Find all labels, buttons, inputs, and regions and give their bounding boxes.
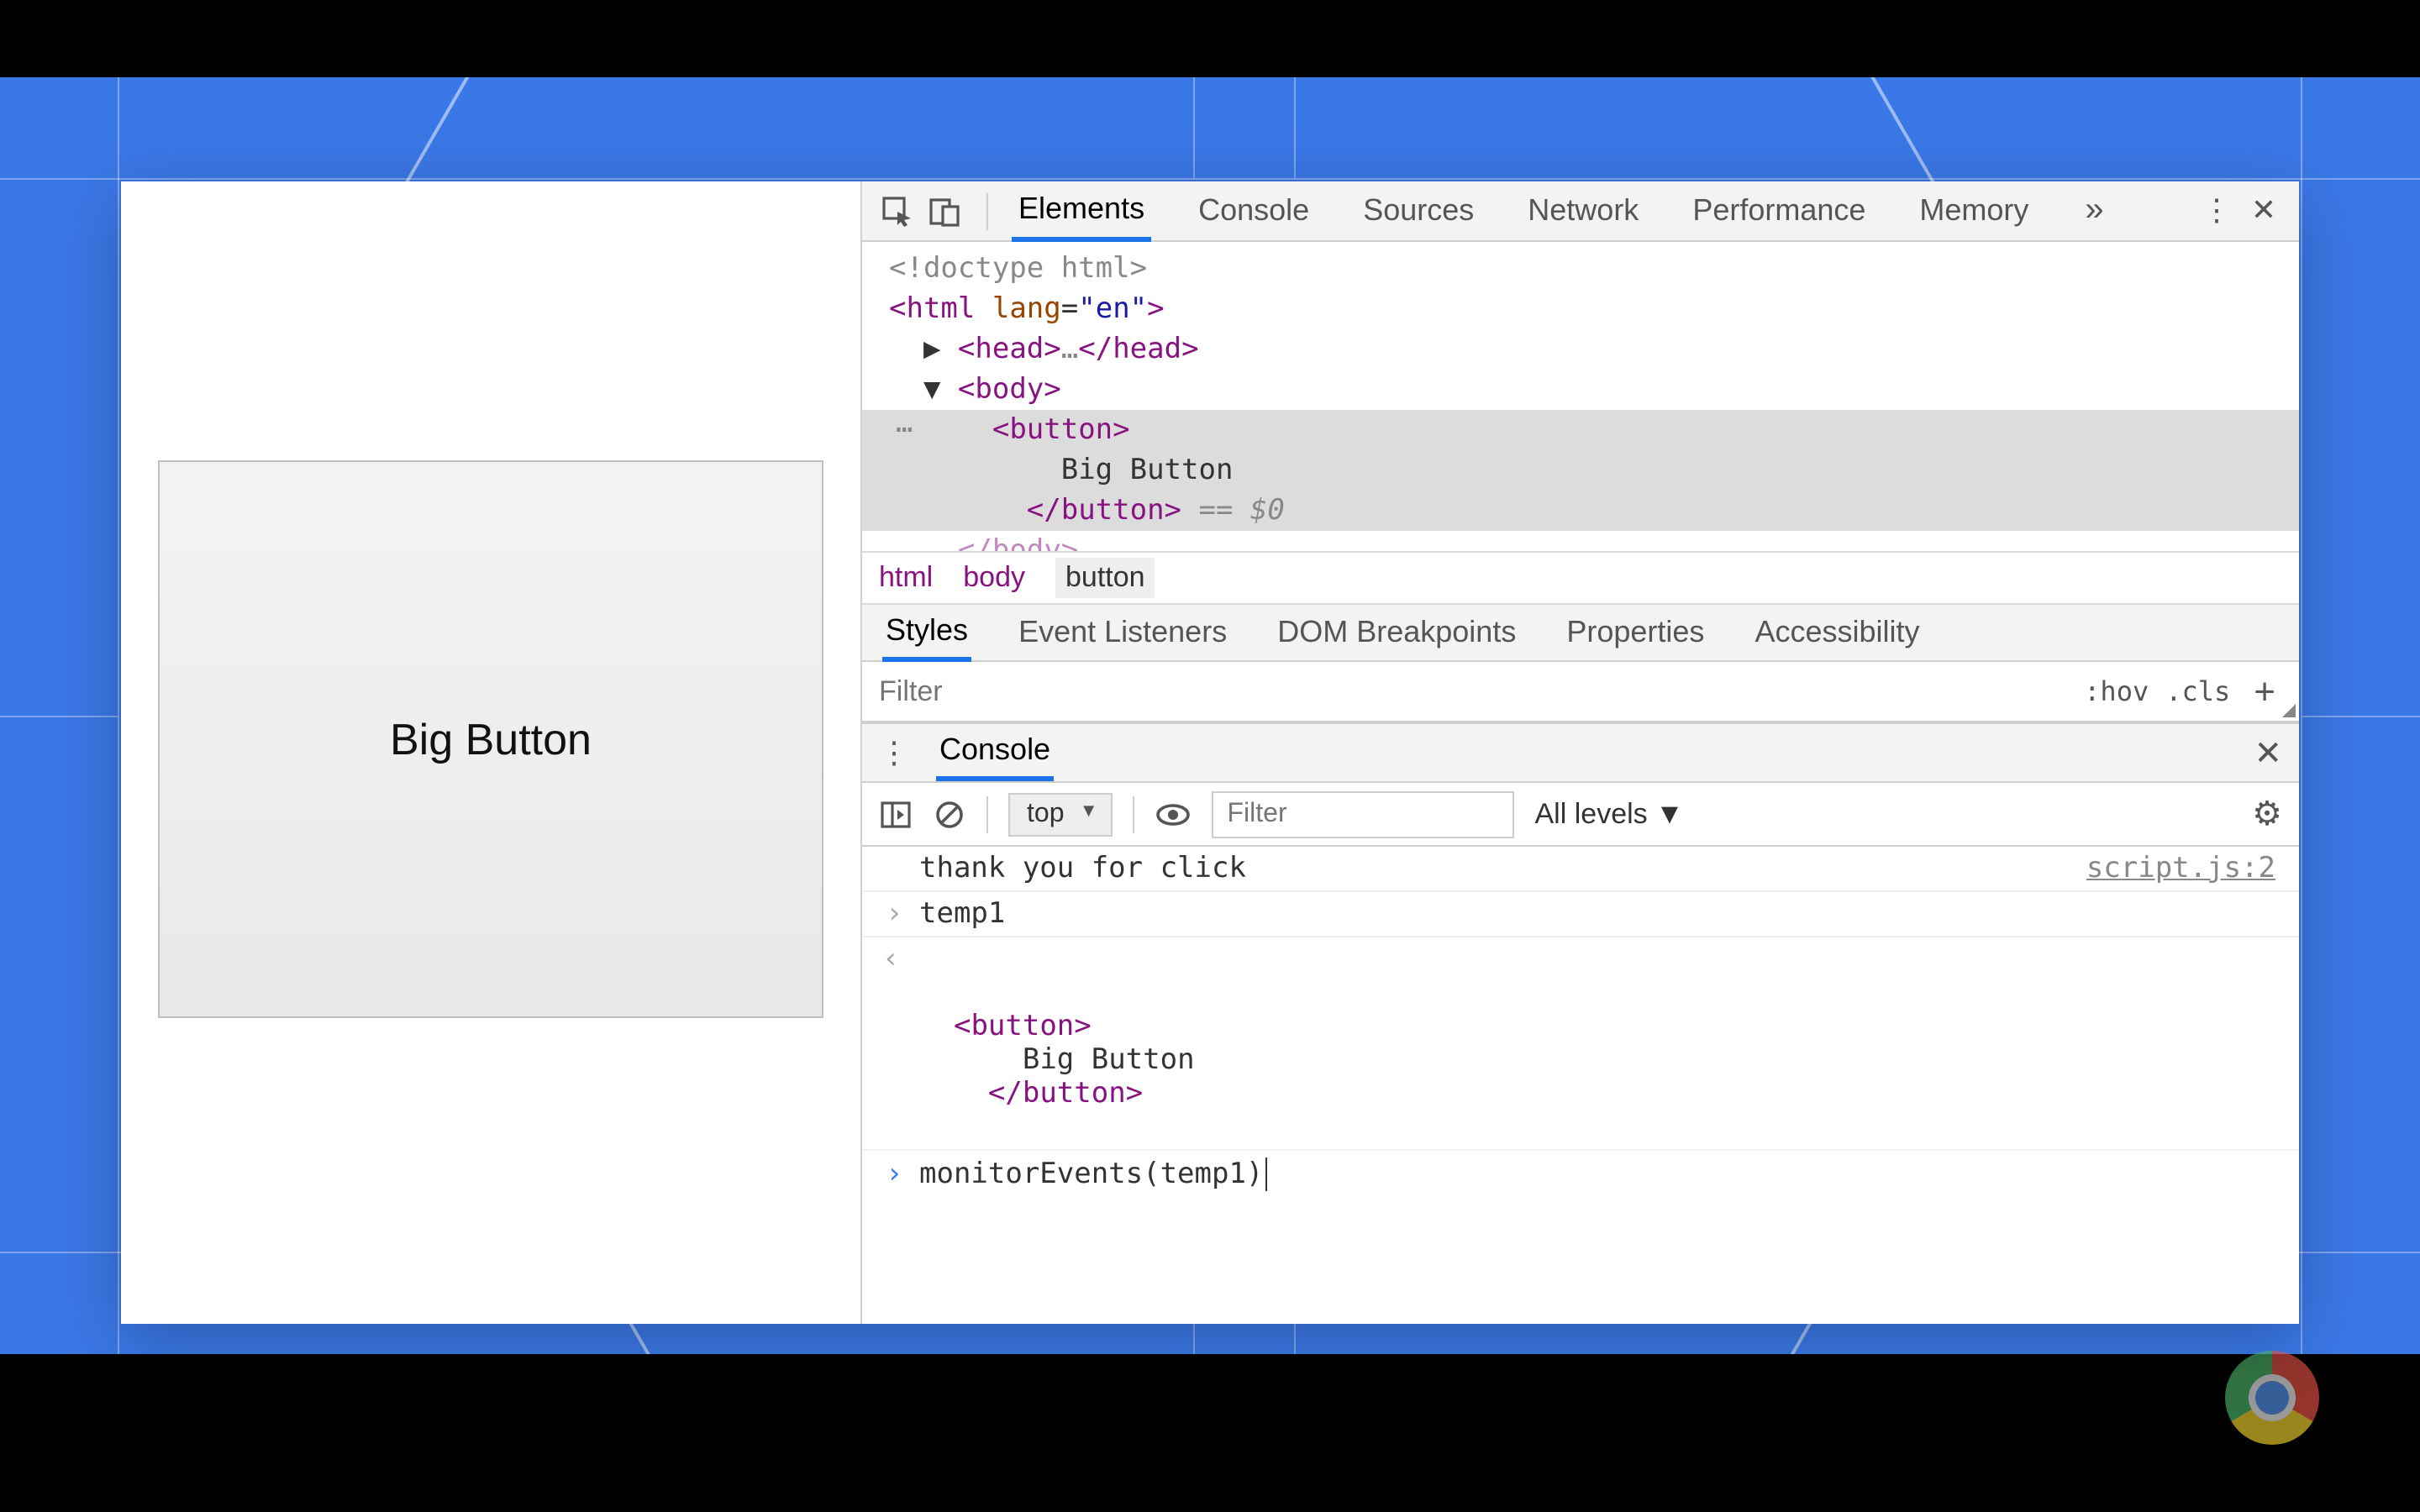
new-style-rule-icon[interactable]: + [2247,669,2282,713]
tab-sources[interactable]: Sources [1356,183,1481,239]
dom-node-menu-icon[interactable]: ⋯ [896,410,913,450]
console-result-line: ‹ <button> Big Button </button> [862,937,2299,1151]
devtools-panel: Elements Console Sources Network Perform… [860,181,2299,1324]
live-expression-icon[interactable] [1155,795,1192,832]
device-toggle-icon[interactable] [926,192,963,229]
breadcrumb-body[interactable]: body [963,561,1025,595]
inspect-element-icon[interactable] [879,192,916,229]
resize-corner-icon[interactable] [2282,704,2296,717]
console-filter-input[interactable] [1213,790,1515,837]
chrome-logo-icon [2225,1351,2319,1445]
tab-elements[interactable]: Elements [1012,181,1151,241]
subtab-accessibility[interactable]: Accessibility [1751,606,1923,659]
drawer-tab-console[interactable]: Console [936,724,1054,781]
console-log-source-link[interactable]: script.js:2 [2086,852,2275,885]
subtab-event-listeners[interactable]: Event Listeners [1015,606,1230,659]
page-viewport: Big Button [121,181,860,1324]
breadcrumb-html[interactable]: html [879,561,933,595]
drawer-menu-icon[interactable]: ⋮ [879,735,909,770]
cls-toggle[interactable]: .cls [2165,675,2230,707]
console-toolbar: top All levels ▼ ⚙ [862,783,2299,847]
styles-filter-input[interactable] [879,675,2067,708]
breadcrumb-button[interactable]: button [1055,558,1155,598]
console-output: thank you for click script.js:2 › temp1 … [862,847,2299,1324]
browser-window: Big Button Elements Console Sources Netw… [121,181,2299,1324]
console-settings-icon[interactable]: ⚙ [2252,793,2282,835]
console-current-input: monitorEvents(temp1) [919,1158,1263,1191]
dom-selected-node[interactable]: <button> [862,410,2299,450]
console-context-select[interactable]: top [1008,792,1113,836]
tab-network[interactable]: Network [1521,183,1645,239]
console-log-text: thank you for click [919,852,2086,885]
tab-memory[interactable]: Memory [1912,183,2035,239]
dom-button-text: Big Button [1061,454,1234,487]
console-levels-select[interactable]: All levels ▼ [1535,797,1684,831]
devtools-menu-icon[interactable]: ⋮ [2198,192,2235,229]
drawer-close-icon[interactable]: ✕ [2254,732,2282,774]
dom-breadcrumb: html body button [862,551,2299,605]
subtab-dom-breakpoints[interactable]: DOM Breakpoints [1274,606,1519,659]
subtab-properties[interactable]: Properties [1563,606,1707,659]
tab-performance[interactable]: Performance [1686,183,1872,239]
dollar-zero-hint: == $0 [1181,494,1285,528]
console-history-cmd: temp1 [919,897,2275,931]
dom-doctype: <!doctype html> [889,252,1147,286]
console-history-line: › temp1 [862,892,2299,937]
dom-tree[interactable]: <!doctype html> <html lang="en"> ▶ <head… [862,242,2299,551]
console-drawer-header: ⋮ Console ✕ [862,722,2299,783]
hov-toggle[interactable]: :hov [2084,675,2149,707]
devtools-tabstrip: Elements Console Sources Network Perform… [1012,181,2188,241]
tabs-overflow-icon[interactable]: » [2075,192,2112,229]
console-sidebar-toggle-icon[interactable] [879,797,913,831]
devtools-close-icon[interactable]: ✕ [2245,192,2282,229]
elements-subtabs: Styles Event Listeners DOM Breakpoints P… [862,605,2299,662]
subtab-styles[interactable]: Styles [882,604,971,661]
devtools-main-toolbar: Elements Console Sources Network Perform… [862,181,2299,242]
styles-filter-bar: :hov .cls + [862,662,2299,722]
big-button[interactable]: Big Button [158,460,823,1018]
console-prompt[interactable]: › monitorEvents(temp1) [862,1151,2299,1198]
clear-console-icon[interactable] [933,797,966,831]
console-log-line: thank you for click script.js:2 [862,847,2299,892]
tab-console[interactable]: Console [1192,183,1316,239]
